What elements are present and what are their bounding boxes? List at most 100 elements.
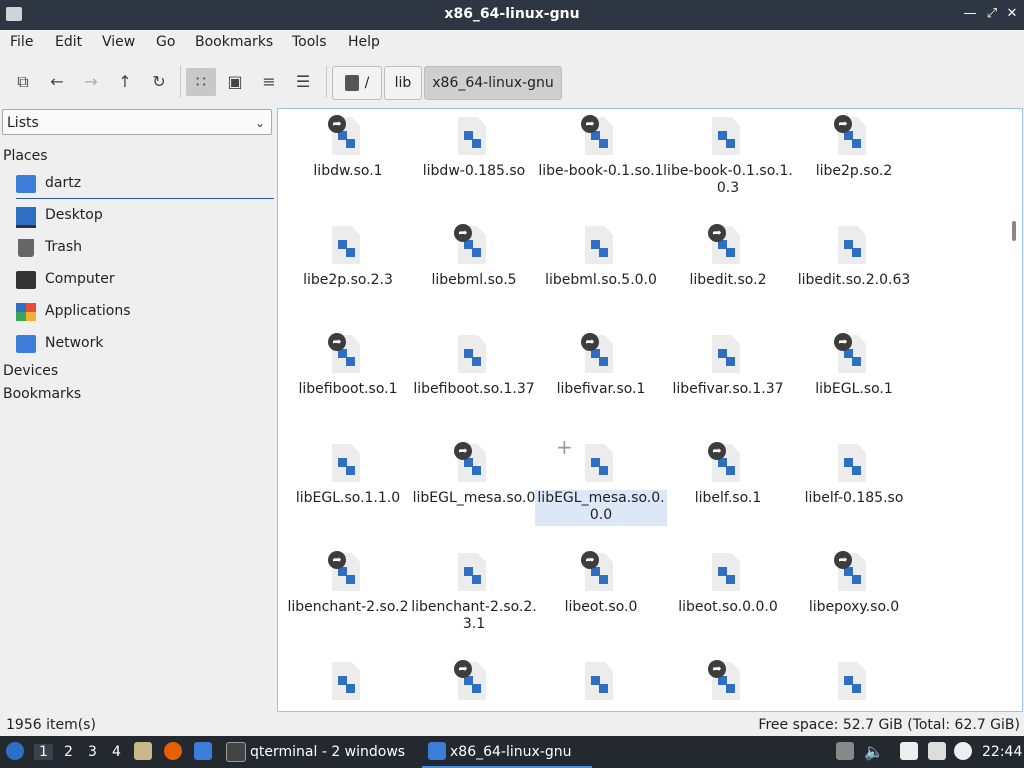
file-item[interactable]: ➦ libepoxy.so.0 [794,545,914,645]
file-item[interactable]: ➦ libefiboot.so.1 [288,327,408,427]
file-manager-launcher-icon[interactable] [134,742,152,760]
forward-icon[interactable]: → [76,68,106,96]
file-name: libebml.so.5 [431,272,517,288]
menu-bookmarks[interactable]: Bookmarks [195,34,273,50]
bookmarks-header[interactable]: Bookmarks [3,386,81,402]
file-item[interactable]: libe2p.so.2.3 [288,218,408,318]
sidebar-item-desktop[interactable]: Desktop [16,202,274,230]
network-icon [16,335,36,353]
sidebar-item-applications[interactable]: Applications [16,298,274,326]
update-icon[interactable] [954,742,972,760]
workspace-3[interactable]: 3 [88,744,97,760]
file-item[interactable]: libebml.so.5.0.0 [541,218,661,318]
symlink-badge-icon: ➦ [581,333,599,351]
file-item[interactable] [541,654,661,711]
file-item[interactable]: ➦ libedit.so.2 [668,218,788,318]
devices-header[interactable]: Devices [3,363,58,379]
file-name: libelf-0.185.so [804,490,904,506]
minimize-icon[interactable]: — [962,6,978,22]
task-file-manager[interactable]: x86_64-linux-gnu [450,744,571,760]
shared-library-file-icon [838,444,866,482]
close-icon[interactable]: ✕ [1004,6,1020,22]
file-name: libefivar.so.1 [556,381,646,397]
menu-edit[interactable]: Edit [55,34,82,50]
file-item[interactable] [794,654,914,711]
workspace-4[interactable]: 4 [112,744,121,760]
file-item[interactable]: ➦ [668,654,788,711]
shared-library-file-icon [585,226,613,264]
file-item[interactable]: libelf-0.185.so [794,436,914,536]
task-qterminal[interactable]: qterminal - 2 windows [250,744,405,760]
file-item[interactable]: libefiboot.so.1.37 [413,327,535,427]
toolbar-separator [326,66,327,98]
file-item[interactable]: libEGL_mesa.so.0.0.0 [535,436,667,536]
workspace-1[interactable]: 1 [34,744,53,760]
file-item[interactable]: ➦ libeot.so.0 [541,545,661,645]
tray-up-icon[interactable] [836,742,854,760]
menu-view[interactable]: View [102,34,135,50]
maximize-icon[interactable]: ⤢ [984,6,1000,22]
menu-tools[interactable]: Tools [292,34,327,50]
file-item[interactable]: ➦ libebml.so.5 [414,218,534,318]
breadcrumb-lib[interactable]: lib [384,66,422,100]
file-item[interactable]: libefivar.so.1.37 [668,327,788,427]
detailed-list-icon[interactable]: ☰ [288,68,318,96]
clipboard-icon[interactable] [900,742,918,760]
sidebar-item-home[interactable]: dartz [16,170,274,199]
menu-go[interactable]: Go [156,34,175,50]
file-item[interactable]: ➦ libenchant-2.so.2 [287,545,409,645]
file-name: libedit.so.2.0.63 [797,272,911,288]
file-item[interactable]: libEGL.so.1.1.0 [288,436,408,536]
file-item[interactable]: libe-book-0.1.so.1.0.3 [663,109,793,209]
scrollbar-thumb[interactable] [1012,221,1016,241]
file-item[interactable]: libdw-0.185.so [414,109,534,209]
file-item[interactable]: libenchant-2.so.2.3.1 [411,545,537,645]
menu-help[interactable]: Help [348,34,380,50]
file-name: libepoxy.so.0 [808,599,900,615]
shared-library-file-icon [585,444,613,482]
workspace-2[interactable]: 2 [64,744,73,760]
file-view[interactable]: + ➦ libdw.so.1 libdw-0.185.so ➦ libe-book-0.… [277,108,1023,712]
menu-file[interactable]: File [10,34,33,50]
file-item[interactable]: libedit.so.2.0.63 [794,218,914,318]
compact-view-icon[interactable]: ≡ [254,68,284,96]
side-pane-mode-select[interactable]: Lists ⌄ [2,109,272,135]
shared-library-file-icon [838,662,866,700]
file-item[interactable]: ➦ libefivar.so.1 [541,327,661,427]
file-item[interactable]: ➦ libEGL.so.1 [794,327,914,427]
network-tray-icon[interactable] [928,742,946,760]
up-icon[interactable]: ↑ [110,68,140,96]
symlink-badge-icon: ➦ [834,333,852,351]
symlink-badge-icon: ➦ [834,551,852,569]
file-item[interactable]: ➦ libe2p.so.2 [794,109,914,209]
firefox-icon[interactable] [164,742,182,760]
thumbnail-view-icon[interactable]: ▣ [220,68,250,96]
places-header[interactable]: Places [3,148,48,164]
sidebar-item-trash[interactable]: Trash [16,234,274,262]
applications-icon [16,303,36,321]
file-item[interactable]: ➦ libe-book-0.1.so.1 [538,109,664,209]
sidebar-item-computer[interactable]: Computer [16,266,274,294]
shared-library-file-icon [712,117,740,155]
breadcrumb-root[interactable]: / [332,66,382,100]
file-item[interactable]: ➦ libelf.so.1 [668,436,788,536]
file-name: libefivar.so.1.37 [672,381,784,397]
back-icon[interactable]: ← [42,68,72,96]
file-item[interactable]: ➦ [414,654,534,711]
new-tab-icon[interactable]: ⧉ [8,68,38,96]
breadcrumb-current[interactable]: x86_64-linux-gnu [424,66,562,100]
window-title: x86_64-linux-gnu [444,6,580,22]
folder-icon [428,742,446,760]
file-item[interactable]: ➦ libEGL_mesa.so.0 [413,436,535,536]
icon-view-icon[interactable]: ∷ [186,68,216,96]
volume-icon[interactable]: 🔈 [864,742,884,761]
show-desktop-icon[interactable] [194,742,212,760]
file-item[interactable] [288,654,408,711]
shared-library-file-icon [712,335,740,373]
file-item[interactable]: ➦ libdw.so.1 [288,109,408,209]
symlink-badge-icon: ➦ [581,551,599,569]
sidebar-item-network[interactable]: Network [16,330,274,358]
reload-icon[interactable]: ↻ [144,68,174,96]
file-item[interactable]: libeot.so.0.0.0 [668,545,788,645]
start-menu-icon[interactable] [6,742,24,760]
